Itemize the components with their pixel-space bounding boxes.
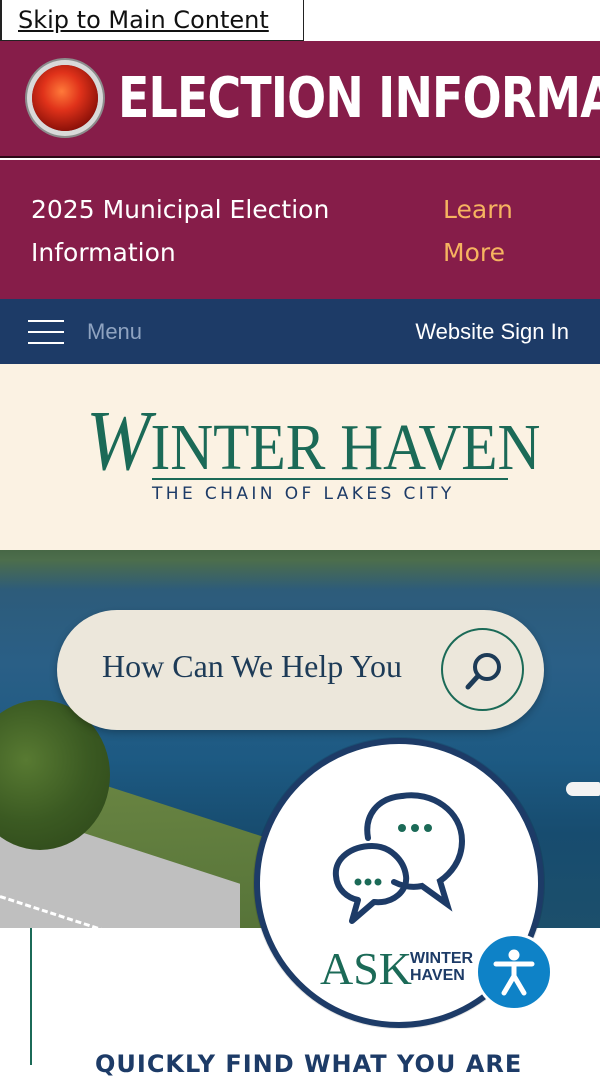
accessibility-button[interactable] (475, 933, 553, 1011)
boat (566, 782, 600, 796)
alert-text: 2025 Municipal Election Information (31, 195, 330, 267)
election-info-banner[interactable]: ELECTION INFORMATION (0, 41, 600, 158)
menu-button[interactable]: Menu (87, 319, 142, 345)
hamburger-icon[interactable] (28, 320, 64, 344)
accessibility-icon (493, 949, 535, 996)
search-input[interactable]: How Can We Help You? (102, 648, 402, 685)
logo-divider (152, 478, 508, 480)
search-button[interactable] (441, 628, 524, 711)
logo-tagline: THE CHAIN OF LAKES CITY (152, 484, 455, 504)
search-icon (465, 653, 501, 690)
learn-more-link[interactable]: Learn More (443, 188, 533, 274)
quick-find-heading: QUICKLY FIND WHAT YOU ARE (95, 1050, 523, 1078)
election-banner-title: ELECTION INFORMATION (118, 66, 600, 131)
website-sign-in-link[interactable]: Website Sign In (415, 319, 569, 345)
skip-to-main-content-link[interactable]: Skip to Main Content (0, 0, 304, 41)
top-nav-bar: Menu Website Sign In (0, 299, 600, 364)
site-logo[interactable]: WINTER HAVEN (86, 397, 540, 488)
content-accent-line (30, 928, 32, 1065)
chat-bubbles-icon (332, 792, 466, 924)
ask-label: ASK (320, 943, 413, 994)
ask-sublabel: WINTER HAVEN (410, 950, 474, 984)
siren-icon (32, 65, 98, 131)
